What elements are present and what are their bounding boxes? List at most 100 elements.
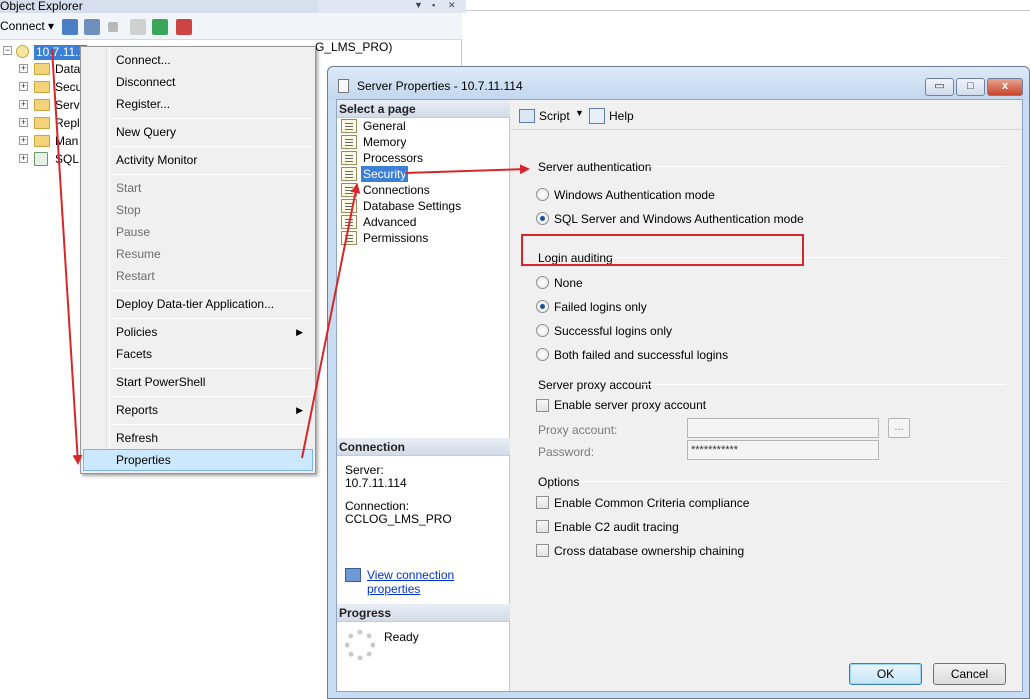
menu-separator [112, 290, 312, 291]
menu-item-properties[interactable]: Properties [83, 449, 313, 471]
collapse-icon[interactable]: − [3, 46, 12, 55]
expand-icon[interactable]: + [19, 100, 28, 109]
sql-windows-auth-label[interactable]: SQL Server and Windows Authentication mo… [554, 212, 804, 226]
close-icon[interactable]: ✕ [448, 0, 456, 11]
tree-item-label: Man [55, 134, 79, 148]
cross-db-ownership-label[interactable]: Cross database ownership chaining [554, 544, 744, 558]
dialog-titlebar[interactable]: Server Properties - 10.7.11.114 ▭ □ x [328, 67, 1029, 99]
menu-item-connect[interactable]: Connect... [83, 49, 313, 71]
c2-audit-checkbox[interactable] [536, 520, 549, 533]
script-button[interactable]: Script [539, 109, 570, 123]
page-label: Processors [363, 151, 424, 165]
sql-windows-auth-radio[interactable] [536, 212, 549, 225]
windows-auth-radio[interactable] [536, 188, 549, 201]
annotation-highlight-box [521, 234, 804, 266]
cancel-button[interactable]: Cancel [933, 663, 1006, 685]
audit-both-radio[interactable] [536, 348, 549, 361]
page-icon [341, 199, 357, 213]
progress-spinner-icon [345, 630, 375, 660]
menu-item-label: Policies [116, 325, 158, 339]
connect-dropdown[interactable]: Connect ▾ [0, 19, 54, 33]
menu-separator [112, 318, 312, 319]
dialog-title: Server Properties - 10.7.11.114 [357, 79, 523, 93]
page-label: Database Settings [363, 199, 462, 213]
document-icon [338, 79, 349, 93]
proxy-account-label: Proxy account: [538, 423, 618, 437]
minimize-button[interactable]: ▭ [925, 78, 954, 96]
connect-object-icon[interactable] [62, 19, 78, 35]
script-icon[interactable] [519, 109, 535, 123]
help-button[interactable]: Help [609, 109, 634, 123]
progress-header: Progress [337, 604, 510, 622]
menu-item-deploy-data-tier[interactable]: Deploy Data-tier Application... [83, 293, 313, 315]
view-connection-properties-link[interactable]: View connection properties [367, 568, 509, 596]
disconnect-icon[interactable] [84, 19, 100, 35]
script-dropdown-icon[interactable]: ▼ [575, 108, 584, 118]
page-icon [341, 119, 357, 133]
menu-item-refresh[interactable]: Refresh [83, 427, 313, 449]
menu-item-activity-monitor[interactable]: Activity Monitor [83, 149, 313, 171]
common-criteria-label[interactable]: Enable Common Criteria compliance [554, 496, 749, 510]
audit-failed-radio[interactable] [536, 300, 549, 313]
menu-item-reports[interactable]: Reports ▶ [83, 399, 313, 421]
tree-item-label: Secu [55, 80, 83, 94]
common-criteria-checkbox[interactable] [536, 496, 549, 509]
audit-none-label[interactable]: None [554, 276, 583, 290]
submenu-arrow-icon: ▶ [296, 405, 303, 415]
group-divider [642, 384, 1006, 385]
stop-icon[interactable] [108, 22, 118, 32]
progress-status: Ready [384, 630, 419, 644]
dropdown-icon[interactable]: ▼ [414, 0, 423, 10]
close-button[interactable]: x [987, 78, 1023, 96]
help-icon[interactable] [589, 108, 605, 124]
expand-icon[interactable]: + [19, 154, 28, 163]
page-label: Permissions [363, 231, 429, 245]
cross-db-ownership-checkbox[interactable] [536, 544, 549, 557]
menu-item-policies[interactable]: Policies ▶ [83, 321, 313, 343]
audit-successful-label[interactable]: Successful logins only [554, 324, 672, 338]
server-authentication-title: Server authentication [538, 160, 652, 174]
windows-auth-label[interactable]: Windows Authentication mode [554, 188, 715, 202]
expand-icon[interactable]: + [19, 118, 28, 127]
folder-icon [34, 117, 50, 129]
filter-icon[interactable] [130, 19, 146, 35]
server-properties-dialog: Server Properties - 10.7.11.114 ▭ □ x Se… [327, 66, 1030, 699]
c2-audit-label[interactable]: Enable C2 audit tracing [554, 520, 679, 534]
server-node-label-suffix: G_LMS_PRO) [315, 40, 393, 54]
enable-proxy-checkbox[interactable] [536, 399, 549, 412]
menu-item-label: Reports [116, 403, 159, 417]
menu-item-register[interactable]: Register... [83, 93, 313, 115]
folder-icon [34, 135, 50, 147]
activity-icon[interactable] [176, 19, 192, 35]
refresh-icon[interactable] [152, 19, 168, 35]
expand-icon[interactable]: + [19, 64, 28, 73]
menu-separator [112, 368, 312, 369]
security-page: Script ▼ Help Server authentication Wind… [511, 100, 1022, 655]
menu-separator [112, 424, 312, 425]
connection-properties-icon [345, 568, 361, 582]
menu-item-facets[interactable]: Facets [83, 343, 313, 365]
page-toolbar: Script ▼ Help [511, 100, 1022, 130]
menu-item-pause: Pause [116, 225, 151, 239]
sql-agent-icon [34, 152, 48, 166]
enable-proxy-label[interactable]: Enable server proxy account [554, 398, 706, 412]
audit-failed-label[interactable]: Failed logins only [554, 300, 647, 314]
menu-item-stop: Stop [116, 203, 141, 217]
menu-item-start: Start [116, 181, 142, 195]
menu-item-disconnect[interactable]: Disconnect [83, 71, 313, 93]
audit-both-label[interactable]: Both failed and successful logins [554, 348, 728, 362]
ok-button[interactable]: OK [849, 663, 922, 685]
menu-item-start-powershell[interactable]: Start PowerShell [83, 371, 313, 393]
server-icon [16, 45, 29, 58]
audit-none-radio[interactable] [536, 276, 549, 289]
object-explorer-toolbar: Connect ▾ [0, 13, 462, 40]
server-label: Server: [345, 463, 384, 477]
maximize-button[interactable]: □ [956, 78, 985, 96]
folder-icon [34, 63, 50, 75]
menu-item-new-query[interactable]: New Query [83, 121, 313, 143]
expand-icon[interactable]: + [19, 82, 28, 91]
pin-icon[interactable]: ▪ [432, 0, 435, 10]
expand-icon[interactable]: + [19, 136, 28, 145]
audit-successful-radio[interactable] [536, 324, 549, 337]
connection-value: CCLOG_LMS_PRO [345, 512, 452, 526]
